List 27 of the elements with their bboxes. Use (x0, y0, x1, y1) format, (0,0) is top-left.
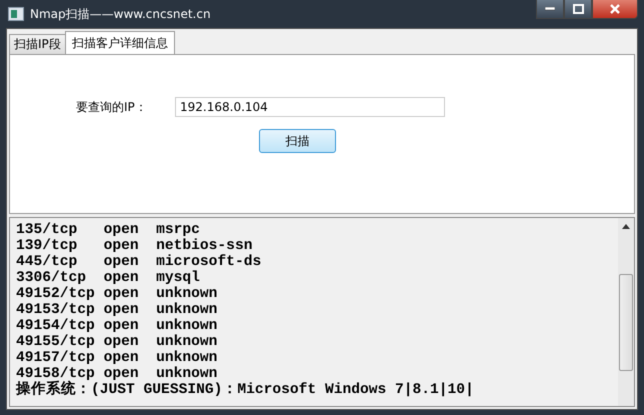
ip-label: 要查询的IP： (76, 98, 148, 116)
output-line: 49152/tcp open unknown (16, 286, 218, 302)
maximize-button[interactable] (564, 0, 592, 19)
output-line: 445/tcp open microsoft-ds (16, 254, 262, 270)
scan-button[interactable]: 扫描 (259, 129, 336, 153)
scroll-up-icon[interactable] (622, 224, 630, 229)
output-line: 49158/tcp open unknown (16, 366, 218, 382)
close-button[interactable] (592, 0, 638, 19)
scrollbar[interactable] (618, 218, 634, 406)
output-line: 49155/tcp open unknown (16, 334, 218, 350)
close-icon (609, 4, 621, 14)
output-line: 139/tcp open netbios-ssn (16, 238, 254, 254)
tab[interactable]: 扫描客户详细信息 (64, 31, 175, 54)
output-line: 操作系统：(JUST GUESSING)：Microsoft Windows 7|8.1|10| (16, 382, 475, 398)
output-line: 135/tcp open msrpc (16, 222, 201, 238)
window-title: Nmap扫描——www.cncsnet.cn (30, 6, 212, 22)
maximize-icon (572, 4, 584, 14)
tab[interactable]: 扫描IP段 (9, 34, 66, 54)
scrollbar-thumb[interactable] (619, 274, 633, 371)
output-line: 49153/tcp open unknown (16, 302, 218, 318)
output-line: 49157/tcp open unknown (16, 350, 218, 366)
ip-input-field[interactable]: 192.168.0.104 (175, 97, 445, 117)
output-line: 3306/tcp open mysql (16, 270, 201, 286)
window-app-icon (8, 7, 24, 21)
minimize-icon (545, 7, 555, 11)
output-line: 49154/tcp open unknown (16, 318, 218, 334)
minimize-button[interactable] (536, 0, 564, 19)
